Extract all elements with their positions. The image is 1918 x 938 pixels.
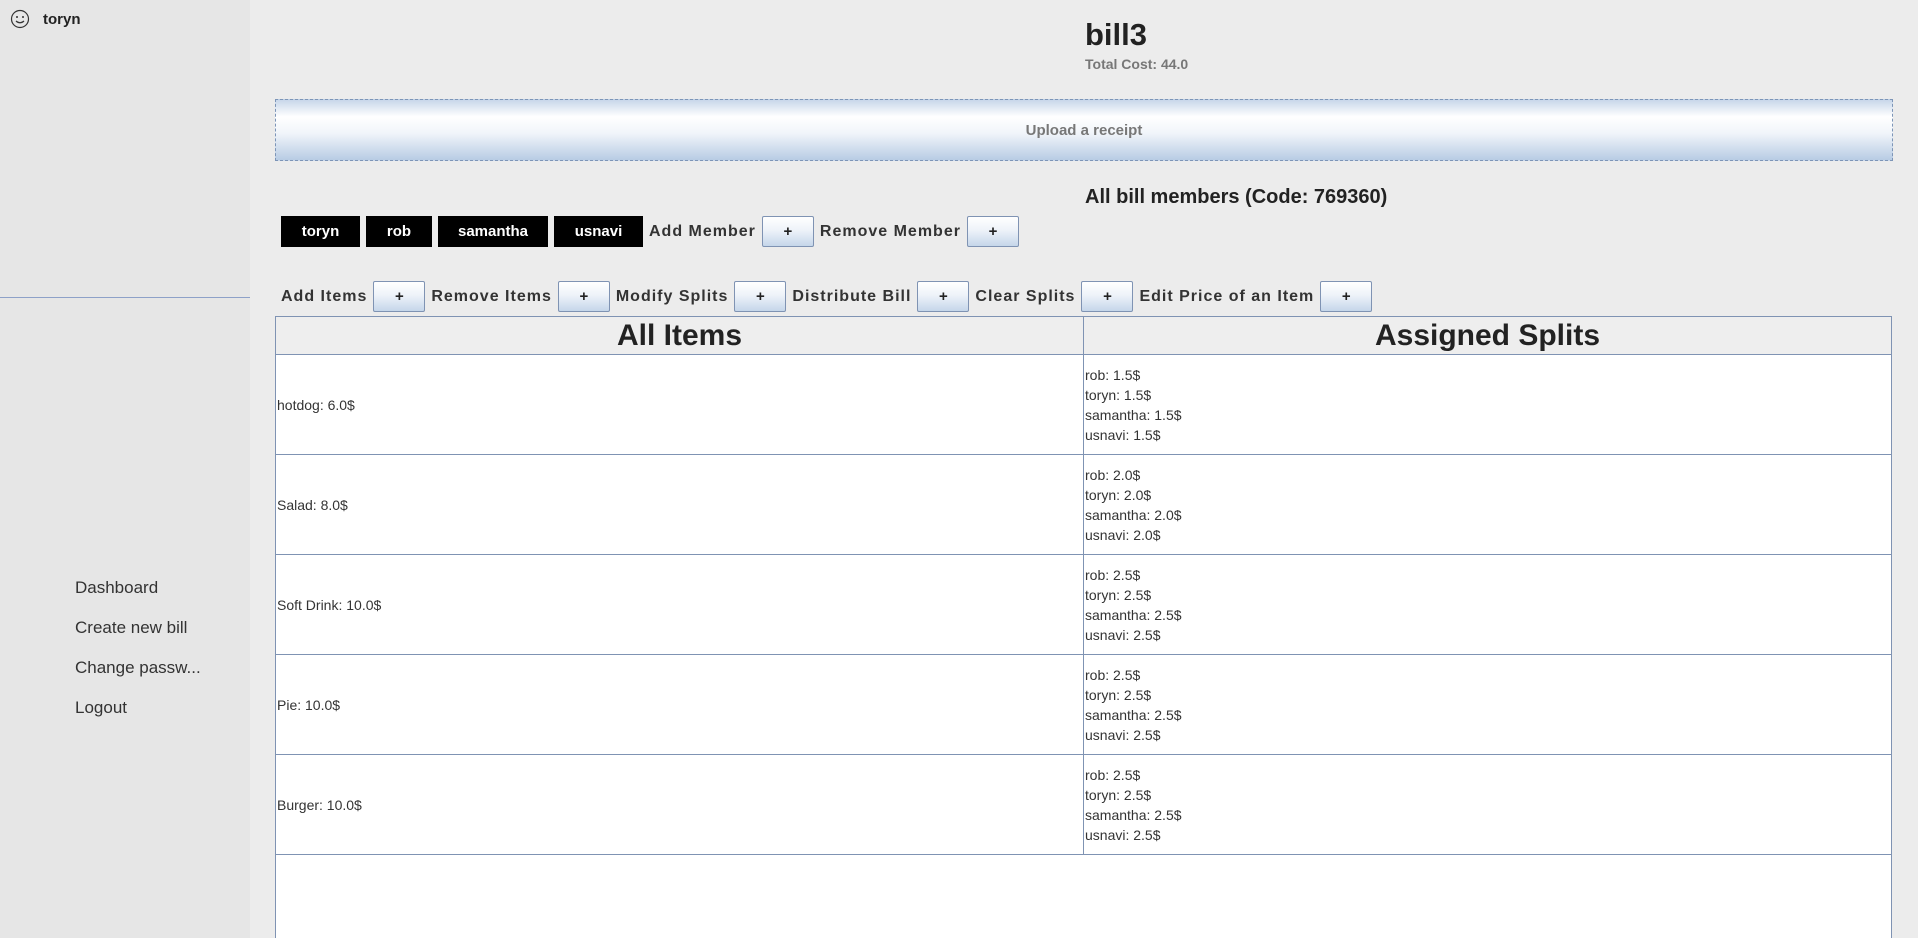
remove-member-button[interactable]: + <box>966 216 1019 247</box>
app-window: toryn Dashboard Create new bill Change p… <box>0 0 1918 938</box>
split-line: rob: 2.5$ <box>1085 666 1141 683</box>
item-cell[interactable]: hotdog: 6.0$ <box>276 355 1084 454</box>
table-row[interactable]: Soft Drink: 10.0$ rob: 2.5$ toryn: 2.5$ sam… <box>276 555 1891 655</box>
nav-dashboard[interactable]: Dashboard <box>75 578 201 618</box>
split-cell[interactable]: rob: 2.5$ toryn: 2.5$ samantha: 2.5$ usnavi… <box>1084 755 1891 854</box>
add-items-label: Add Items <box>281 287 368 305</box>
username-label: toryn <box>43 10 81 28</box>
split-line: toryn: 2.5$ <box>1085 786 1152 803</box>
split-line: rob: 2.0$ <box>1085 466 1141 483</box>
split-cell[interactable]: rob: 2.0$ toryn: 2.0$ samantha: 2.0$ usnavi… <box>1084 455 1891 554</box>
modify-splits-label: Modify Splits <box>615 287 729 305</box>
remove-items-label: Remove Items <box>431 287 552 305</box>
upload-receipt-dropzone[interactable]: Upload a receipt <box>275 99 1893 161</box>
table-header: All Items Assigned Splits <box>276 316 1891 355</box>
nav-change-password[interactable]: Change passw... <box>75 658 201 698</box>
split-line: samantha: 2.5$ <box>1085 606 1182 623</box>
split-line: rob: 2.5$ <box>1085 766 1141 783</box>
header-assigned-splits: Assigned Splits <box>1374 318 1601 352</box>
clear-splits-label: Clear Splits <box>975 287 1076 305</box>
split-line: samantha: 2.5$ <box>1085 806 1182 823</box>
split-line: samantha: 1.5$ <box>1085 406 1182 423</box>
header-all-items: All Items <box>276 317 1084 354</box>
split-line: samantha: 2.5$ <box>1085 706 1182 723</box>
split-cell[interactable]: rob: 2.5$ toryn: 2.5$ samantha: 2.5$ usnavi… <box>1084 655 1891 754</box>
table-row[interactable]: hotdog: 6.0$ rob: 1.5$ toryn: 1.5$ samantha… <box>276 355 1891 455</box>
item-cell[interactable]: Salad: 8.0$ <box>276 455 1084 554</box>
split-line: toryn: 2.0$ <box>1085 486 1152 503</box>
members-title: All bill members (Code: 769360) <box>1085 186 1388 208</box>
nav-create-new-bill[interactable]: Create new bill <box>75 618 201 658</box>
distribute-bill-label: Distribute Bill <box>792 287 912 305</box>
split-line: usnavi: 1.5$ <box>1085 426 1161 443</box>
distribute-bill-button[interactable]: + <box>917 281 970 312</box>
sidebar: toryn Dashboard Create new bill Change p… <box>0 0 250 938</box>
edit-price-label: Edit Price of an Item <box>1139 287 1315 305</box>
item-actions-toolbar: Add Items + Remove Items + Modify Splits… <box>281 281 1378 312</box>
split-cell[interactable]: rob: 1.5$ toryn: 1.5$ samantha: 1.5$ usnavi… <box>1084 355 1891 454</box>
split-line: usnavi: 2.5$ <box>1085 726 1161 743</box>
split-line: usnavi: 2.0$ <box>1085 526 1161 543</box>
table-row[interactable]: Burger: 10.0$ rob: 2.5$ toryn: 2.5$ samanth… <box>276 755 1891 855</box>
items-table: All Items Assigned Splits hotdog: 6.0$ ro… <box>275 316 1892 938</box>
total-cost: Total Cost: 44.0 <box>1085 56 1189 72</box>
remove-member-label: Remove Member <box>819 222 961 240</box>
sidebar-nav: Dashboard Create new bill Change passw..… <box>75 578 201 738</box>
split-line: rob: 1.5$ <box>1085 366 1141 383</box>
member-chip-usnavi[interactable]: usnavi <box>554 216 643 247</box>
split-line: toryn: 1.5$ <box>1085 386 1152 403</box>
item-cell[interactable]: Burger: 10.0$ <box>276 755 1084 854</box>
modify-splits-button[interactable]: + <box>734 281 787 312</box>
user-badge: toryn <box>10 9 81 29</box>
split-line: usnavi: 2.5$ <box>1085 826 1161 843</box>
split-line: toryn: 2.5$ <box>1085 686 1152 703</box>
remove-items-button[interactable]: + <box>557 281 610 312</box>
member-chip-toryn[interactable]: toryn <box>281 216 360 247</box>
split-cell[interactable]: rob: 2.5$ toryn: 2.5$ samantha: 2.5$ usnavi… <box>1084 555 1891 654</box>
split-line: rob: 2.5$ <box>1085 566 1141 583</box>
split-line: toryn: 2.5$ <box>1085 586 1152 603</box>
add-member-label: Add Member <box>649 222 756 240</box>
table-body: hotdog: 6.0$ rob: 1.5$ toryn: 1.5$ samantha… <box>276 355 1891 855</box>
edit-price-button[interactable]: + <box>1320 281 1373 312</box>
table-row[interactable]: Salad: 8.0$ rob: 2.0$ toryn: 2.0$ samantha:… <box>276 455 1891 555</box>
member-row: toryn rob samantha usnavi Add Member + R… <box>281 216 1025 247</box>
member-chip-rob[interactable]: rob <box>366 216 432 247</box>
member-chip-samantha[interactable]: samantha <box>438 216 548 247</box>
split-line: samantha: 2.0$ <box>1085 506 1182 523</box>
sidebar-divider <box>0 297 250 298</box>
nav-logout[interactable]: Logout <box>75 698 201 738</box>
item-cell[interactable]: Soft Drink: 10.0$ <box>276 555 1084 654</box>
table-row[interactable]: Pie: 10.0$ rob: 2.5$ toryn: 2.5$ samantha: … <box>276 655 1891 755</box>
clear-splits-button[interactable]: + <box>1081 281 1134 312</box>
smiley-icon <box>10 9 30 29</box>
item-cell[interactable]: Pie: 10.0$ <box>276 655 1084 754</box>
add-member-button[interactable]: + <box>761 216 814 247</box>
bill-title: bill3 <box>1085 17 1148 52</box>
add-items-button[interactable]: + <box>373 281 426 312</box>
split-line: usnavi: 2.5$ <box>1085 626 1161 643</box>
